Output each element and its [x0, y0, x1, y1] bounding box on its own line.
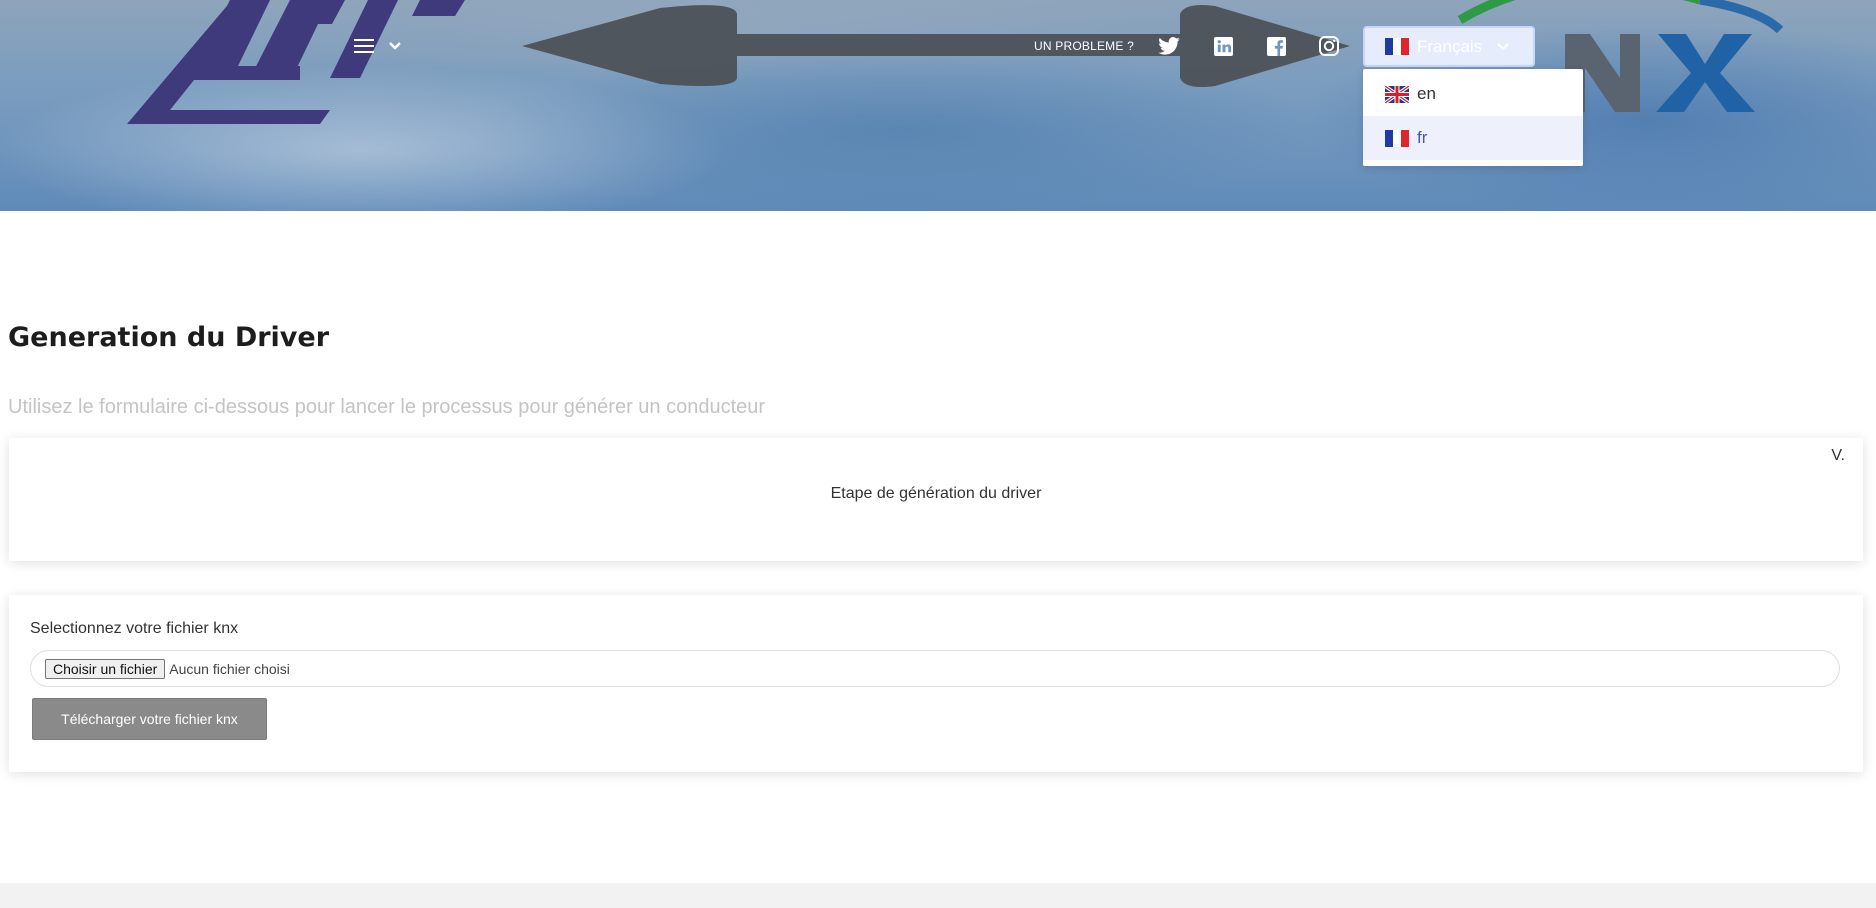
language-option-label: en [1417, 84, 1436, 103]
hamburger-icon [354, 39, 374, 53]
generation-step-label: Etape de génération du driver [830, 485, 1042, 502]
twitter-icon[interactable] [1158, 35, 1180, 57]
chevron-down-icon [389, 42, 401, 50]
france-flag-icon [1385, 38, 1409, 55]
problem-link[interactable]: UN PROBLEME ? [1034, 39, 1134, 53]
language-option-en[interactable]: en [1363, 72, 1583, 116]
hero-header: UN PROBLEME ? Français [0, 0, 1876, 211]
file-input-label: Selectionnez votre fichier knx [30, 620, 239, 637]
language-selector-label: Français [1417, 36, 1483, 56]
main-menu-toggle[interactable] [354, 33, 414, 59]
file-status-text: Aucun fichier choisi [169, 660, 290, 677]
knx-file-input[interactable]: Choisir un fichier Aucun fichier choisi [30, 650, 1840, 687]
generation-steps-card: V. Etape de génération du driver [9, 438, 1863, 561]
language-selector[interactable]: Français [1363, 26, 1535, 67]
upload-knx-button[interactable]: Télécharger votre fichier knx [32, 698, 267, 740]
language-option-label: fr [1417, 128, 1428, 147]
facebook-icon[interactable] [1265, 35, 1287, 57]
uk-flag-icon [1385, 85, 1409, 103]
choose-file-button[interactable]: Choisir un fichier [45, 658, 166, 679]
language-dropdown: en fr [1363, 69, 1583, 166]
version-label: V. [1831, 447, 1845, 464]
header-background [127, 0, 1784, 124]
page-title: Generation du Driver [8, 322, 330, 353]
rti-logo [127, 0, 465, 124]
france-flag-icon [1385, 129, 1409, 147]
chevron-down-icon [1497, 42, 1509, 50]
language-option-fr[interactable]: fr [1363, 116, 1583, 160]
footer-band [0, 883, 1876, 908]
page-subtitle: Utilisez le formulaire ci-dessous pour l… [8, 396, 766, 418]
upload-form-card: Selectionnez votre fichier knx Choisir u… [9, 595, 1863, 772]
linkedin-icon[interactable] [1212, 35, 1234, 57]
instagram-icon[interactable] [1318, 35, 1340, 57]
